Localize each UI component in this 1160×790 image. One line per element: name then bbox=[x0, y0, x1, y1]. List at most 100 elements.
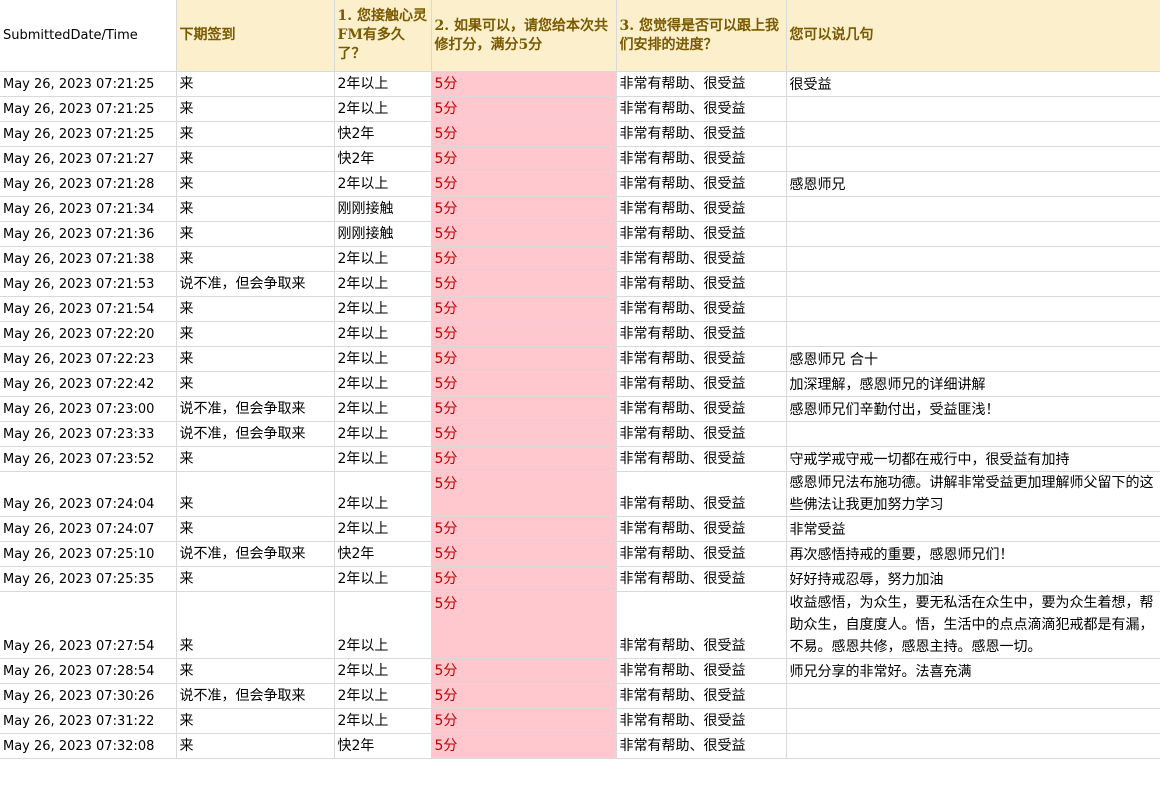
progress-cell[interactable]: 非常有帮助、很受益 bbox=[616, 566, 787, 592]
score-cell[interactable]: 5分 bbox=[431, 516, 617, 542]
progress-cell[interactable]: 非常有帮助、很受益 bbox=[616, 221, 787, 247]
progress-cell[interactable]: 非常有帮助、很受益 bbox=[616, 733, 787, 759]
submitted-datetime-cell[interactable]: May 26, 2023 07:23:33 bbox=[0, 421, 177, 447]
score-cell[interactable]: 5分 bbox=[431, 346, 617, 372]
duration-cell[interactable]: 2年以上 bbox=[334, 171, 432, 197]
progress-cell[interactable]: 非常有帮助、很受益 bbox=[616, 121, 787, 147]
header-q3-progress[interactable]: 3. 您觉得是否可以跟上我们安排的进度？ bbox=[616, 0, 787, 72]
comment-cell[interactable] bbox=[786, 683, 1160, 709]
score-cell[interactable]: 5分 bbox=[431, 221, 617, 247]
score-cell[interactable]: 5分 bbox=[431, 541, 617, 567]
next-checkin-cell[interactable]: 来 bbox=[176, 471, 335, 517]
score-cell[interactable]: 5分 bbox=[431, 271, 617, 297]
progress-cell[interactable]: 非常有帮助、很受益 bbox=[616, 346, 787, 372]
duration-cell[interactable]: 2年以上 bbox=[334, 421, 432, 447]
duration-cell[interactable]: 快2年 bbox=[334, 541, 432, 567]
duration-cell[interactable]: 2年以上 bbox=[334, 96, 432, 122]
duration-cell[interactable]: 2年以上 bbox=[334, 246, 432, 272]
score-cell[interactable]: 5分 bbox=[431, 446, 617, 472]
comment-cell[interactable] bbox=[786, 421, 1160, 447]
score-cell[interactable]: 5分 bbox=[431, 658, 617, 684]
score-cell[interactable]: 5分 bbox=[431, 321, 617, 347]
score-cell[interactable]: 5分 bbox=[431, 421, 617, 447]
duration-cell[interactable]: 快2年 bbox=[334, 146, 432, 172]
header-q1-duration[interactable]: 1. 您接触心灵FM有多久了？ bbox=[334, 0, 432, 72]
progress-cell[interactable]: 非常有帮助、很受益 bbox=[616, 471, 787, 517]
submitted-datetime-cell[interactable]: May 26, 2023 07:21:25 bbox=[0, 71, 177, 97]
next-checkin-cell[interactable]: 来 bbox=[176, 146, 335, 172]
duration-cell[interactable]: 2年以上 bbox=[334, 566, 432, 592]
submitted-datetime-cell[interactable]: May 26, 2023 07:23:00 bbox=[0, 396, 177, 422]
progress-cell[interactable]: 非常有帮助、很受益 bbox=[616, 271, 787, 297]
progress-cell[interactable]: 非常有帮助、很受益 bbox=[616, 658, 787, 684]
submitted-datetime-cell[interactable]: May 26, 2023 07:22:42 bbox=[0, 371, 177, 397]
duration-cell[interactable]: 快2年 bbox=[334, 121, 432, 147]
comment-cell[interactable] bbox=[786, 96, 1160, 122]
next-checkin-cell[interactable]: 来 bbox=[176, 196, 335, 222]
next-checkin-cell[interactable]: 来 bbox=[176, 221, 335, 247]
comment-cell[interactable]: 好好持戒忍辱，努力加油 bbox=[786, 566, 1160, 592]
next-checkin-cell[interactable]: 来 bbox=[176, 246, 335, 272]
duration-cell[interactable]: 2年以上 bbox=[334, 396, 432, 422]
progress-cell[interactable]: 非常有帮助、很受益 bbox=[616, 321, 787, 347]
comment-cell[interactable] bbox=[786, 196, 1160, 222]
progress-cell[interactable]: 非常有帮助、很受益 bbox=[616, 421, 787, 447]
comment-cell[interactable] bbox=[786, 146, 1160, 172]
score-cell[interactable]: 5分 bbox=[431, 471, 617, 517]
score-cell[interactable]: 5分 bbox=[431, 171, 617, 197]
progress-cell[interactable]: 非常有帮助、很受益 bbox=[616, 591, 787, 659]
progress-cell[interactable]: 非常有帮助、很受益 bbox=[616, 196, 787, 222]
next-checkin-cell[interactable]: 来 bbox=[176, 121, 335, 147]
duration-cell[interactable]: 2年以上 bbox=[334, 371, 432, 397]
score-cell[interactable]: 5分 bbox=[431, 146, 617, 172]
progress-cell[interactable]: 非常有帮助、很受益 bbox=[616, 371, 787, 397]
score-cell[interactable]: 5分 bbox=[431, 591, 617, 659]
score-cell[interactable]: 5分 bbox=[431, 296, 617, 322]
submitted-datetime-cell[interactable]: May 26, 2023 07:22:20 bbox=[0, 321, 177, 347]
progress-cell[interactable]: 非常有帮助、很受益 bbox=[616, 171, 787, 197]
next-checkin-cell[interactable]: 来 bbox=[176, 296, 335, 322]
submitted-datetime-cell[interactable]: May 26, 2023 07:22:23 bbox=[0, 346, 177, 372]
submitted-datetime-cell[interactable]: May 26, 2023 07:23:52 bbox=[0, 446, 177, 472]
duration-cell[interactable]: 2年以上 bbox=[334, 271, 432, 297]
submitted-datetime-cell[interactable]: May 26, 2023 07:25:35 bbox=[0, 566, 177, 592]
submitted-datetime-cell[interactable]: May 26, 2023 07:21:27 bbox=[0, 146, 177, 172]
progress-cell[interactable]: 非常有帮助、很受益 bbox=[616, 396, 787, 422]
comment-cell[interactable]: 加深理解，感恩师兄的详细讲解 bbox=[786, 371, 1160, 397]
score-cell[interactable]: 5分 bbox=[431, 566, 617, 592]
submitted-datetime-cell[interactable]: May 26, 2023 07:21:38 bbox=[0, 246, 177, 272]
header-q2-score[interactable]: 2. 如果可以，请您给本次共修打分，满分5分 bbox=[431, 0, 617, 72]
comment-cell[interactable] bbox=[786, 733, 1160, 759]
duration-cell[interactable]: 2年以上 bbox=[334, 446, 432, 472]
score-cell[interactable]: 5分 bbox=[431, 396, 617, 422]
header-submitted-datetime[interactable]: SubmittedDate/Time bbox=[0, 0, 177, 72]
next-checkin-cell[interactable]: 来 bbox=[176, 708, 335, 734]
comment-cell[interactable]: 感恩师兄 合十 bbox=[786, 346, 1160, 372]
comment-cell[interactable]: 感恩师兄 bbox=[786, 171, 1160, 197]
duration-cell[interactable]: 2年以上 bbox=[334, 346, 432, 372]
duration-cell[interactable]: 刚刚接触 bbox=[334, 221, 432, 247]
comment-cell[interactable]: 收益感悟，为众生，要无私活在众生中，要为众生着想，帮助众生，自度度人。悟，生活中… bbox=[786, 591, 1160, 659]
next-checkin-cell[interactable]: 来 bbox=[176, 321, 335, 347]
submitted-datetime-cell[interactable]: May 26, 2023 07:25:10 bbox=[0, 541, 177, 567]
next-checkin-cell[interactable]: 来 bbox=[176, 566, 335, 592]
comment-cell[interactable]: 再次感悟持戒的重要，感恩师兄们！ bbox=[786, 541, 1160, 567]
next-checkin-cell[interactable]: 说不准，但会争取来 bbox=[176, 396, 335, 422]
progress-cell[interactable]: 非常有帮助、很受益 bbox=[616, 708, 787, 734]
progress-cell[interactable]: 非常有帮助、很受益 bbox=[616, 296, 787, 322]
next-checkin-cell[interactable]: 说不准，但会争取来 bbox=[176, 421, 335, 447]
score-cell[interactable]: 5分 bbox=[431, 683, 617, 709]
duration-cell[interactable]: 2年以上 bbox=[334, 71, 432, 97]
next-checkin-cell[interactable]: 来 bbox=[176, 96, 335, 122]
next-checkin-cell[interactable]: 来 bbox=[176, 733, 335, 759]
progress-cell[interactable]: 非常有帮助、很受益 bbox=[616, 246, 787, 272]
next-checkin-cell[interactable]: 说不准，但会争取来 bbox=[176, 683, 335, 709]
score-cell[interactable]: 5分 bbox=[431, 708, 617, 734]
comment-cell[interactable]: 师兄分享的非常好。法喜充满 bbox=[786, 658, 1160, 684]
submitted-datetime-cell[interactable]: May 26, 2023 07:32:08 bbox=[0, 733, 177, 759]
comment-cell[interactable]: 非常受益 bbox=[786, 516, 1160, 542]
next-checkin-cell[interactable]: 说不准，但会争取来 bbox=[176, 541, 335, 567]
comment-cell[interactable] bbox=[786, 221, 1160, 247]
next-checkin-cell[interactable]: 来 bbox=[176, 658, 335, 684]
submitted-datetime-cell[interactable]: May 26, 2023 07:21:28 bbox=[0, 171, 177, 197]
